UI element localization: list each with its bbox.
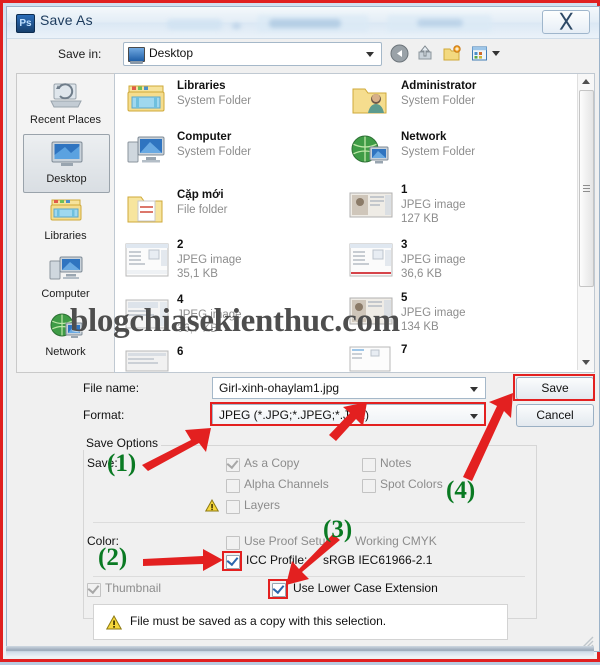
- desktop-taskbar: [6, 646, 594, 656]
- annotation-marker-3: (3): [323, 516, 353, 543]
- annotation-marker-1: (1): [107, 450, 137, 477]
- annotation-arrows: [142, 393, 513, 585]
- annotation-marker-4: (4): [446, 477, 476, 504]
- annotation-marker-2: (2): [98, 544, 128, 571]
- screenshot-root: Ps Save As ╳ Save in: Desktop Recent Pla…: [0, 0, 600, 662]
